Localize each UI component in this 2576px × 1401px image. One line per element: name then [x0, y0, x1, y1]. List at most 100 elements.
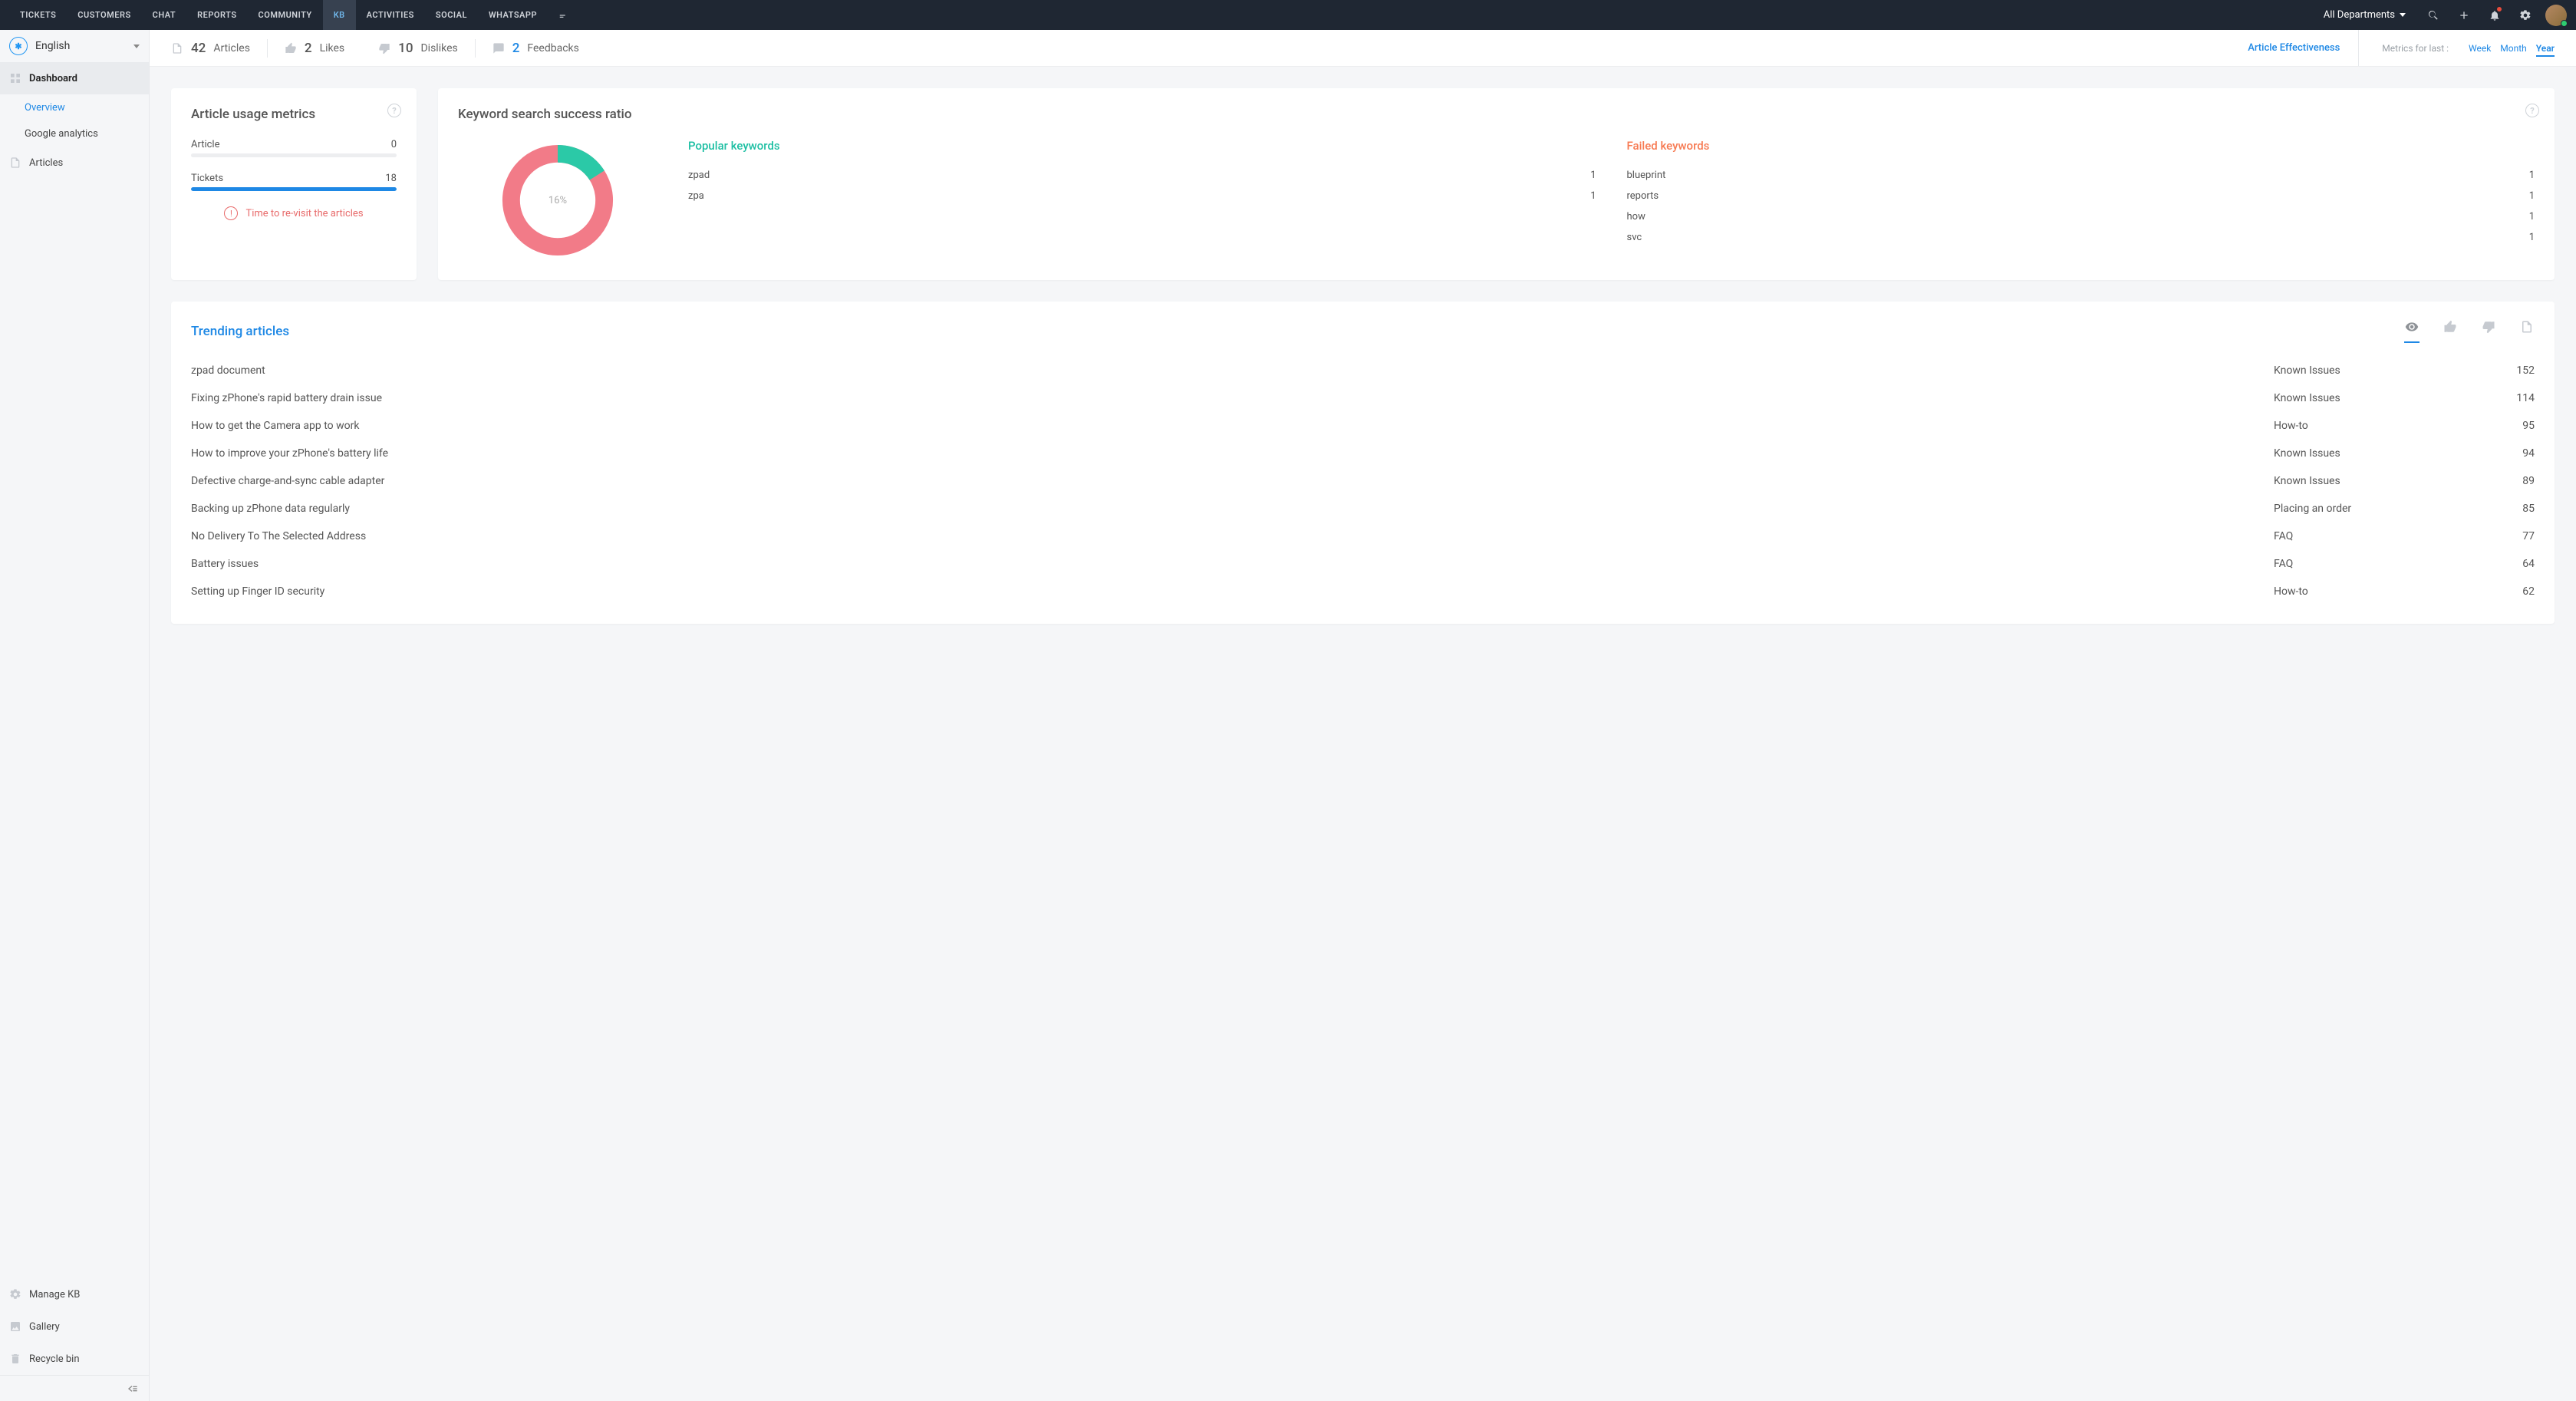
article-title: Backing up zPhone data regularly — [191, 503, 2274, 515]
sidebar: ✱ English Dashboard OverviewGoogle analy… — [0, 30, 150, 1401]
search-button[interactable] — [2418, 0, 2449, 30]
metrics-bar: 42 Articles 2 Likes 10 Dislikes 2 Feedba… — [150, 30, 2576, 67]
language-icon: ✱ — [9, 37, 28, 55]
metric-feedbacks-label: Feedbacks — [527, 42, 578, 54]
topnav-tab-community[interactable]: COMMUNITY — [248, 0, 323, 30]
topnav: TICKETSCUSTOMERSCHATREPORTSCOMMUNITYKBAC… — [0, 0, 2576, 30]
language-selector[interactable]: ✱ English — [0, 30, 149, 62]
donut-label: 16% — [496, 139, 619, 262]
filter-dislikes[interactable] — [2481, 320, 2496, 343]
metric-dislikes-count: 10 — [398, 41, 413, 56]
topnav-tab-customers[interactable]: CUSTOMERS — [67, 0, 141, 30]
article-views: 77 — [2473, 530, 2535, 542]
trending-row[interactable]: zpad documentKnown Issues152 — [191, 357, 2535, 384]
card-keyword-ratio: ? Keyword search success ratio 16% — [438, 88, 2555, 280]
thumbs-down-icon — [378, 42, 390, 54]
article-effectiveness-link[interactable]: Article Effectiveness — [2248, 42, 2340, 54]
sidebar-item-gallery[interactable]: Gallery — [0, 1310, 149, 1343]
help-icon[interactable]: ? — [387, 104, 401, 117]
topnav-more-button[interactable] — [548, 10, 580, 21]
usage-bar — [191, 187, 397, 191]
notification-badge — [2496, 6, 2502, 12]
range-year[interactable]: Year — [2536, 43, 2555, 57]
usage-bar — [191, 153, 397, 157]
trending-row[interactable]: How to get the Camera app to workHow-to9… — [191, 412, 2535, 440]
trending-row[interactable]: Battery issuesFAQ64 — [191, 550, 2535, 578]
range-month[interactable]: Month — [2500, 43, 2526, 54]
popular-title: Popular keywords — [688, 139, 1596, 153]
metric-likes-count: 2 — [305, 41, 312, 56]
department-dropdown[interactable]: All Departments — [2311, 9, 2418, 21]
topnav-tab-tickets[interactable]: TICKETS — [9, 0, 67, 30]
card-trending-articles: Trending articles — [171, 302, 2555, 624]
article-title: No Delivery To The Selected Address — [191, 530, 2274, 542]
trending-row[interactable]: Fixing zPhone's rapid battery drain issu… — [191, 384, 2535, 412]
settings-button[interactable] — [2510, 0, 2541, 30]
article-views: 114 — [2473, 392, 2535, 404]
article-views: 152 — [2473, 364, 2535, 377]
card-article-usage: ? Article usage metrics Article0Tickets1… — [171, 88, 417, 280]
topnav-tab-activities[interactable]: ACTIVITIES — [356, 0, 425, 30]
sidebar-collapse-button[interactable] — [0, 1375, 149, 1401]
article-title: Setting up Finger ID security — [191, 585, 2274, 598]
help-icon[interactable]: ? — [2525, 104, 2539, 117]
article-category: Known Issues — [2274, 447, 2473, 460]
article-title: Defective charge-and-sync cable adapter — [191, 475, 2274, 487]
gear-icon — [9, 1288, 21, 1300]
topnav-right: All Departments — [2311, 0, 2576, 30]
user-avatar[interactable] — [2545, 5, 2567, 26]
document-icon — [9, 157, 21, 169]
keyword-row: svc1 — [1627, 227, 2535, 248]
usage-row: Tickets18 — [191, 173, 397, 184]
sidebar-item-articles[interactable]: Articles — [0, 147, 149, 179]
trending-row[interactable]: No Delivery To The Selected AddressFAQ77 — [191, 522, 2535, 550]
article-title: How to get the Camera app to work — [191, 420, 2274, 432]
keyword-row: blueprint1 — [1627, 165, 2535, 186]
notifications-button[interactable] — [2479, 0, 2510, 30]
feedback-icon — [492, 42, 505, 54]
article-category: Known Issues — [2274, 475, 2473, 487]
article-category: Placing an order — [2274, 503, 2473, 515]
presence-indicator — [2561, 20, 2568, 27]
sidebar-item-recycle-bin[interactable]: Recycle bin — [0, 1343, 149, 1375]
filter-likes[interactable] — [2443, 320, 2458, 343]
keyword-row: zpa1 — [688, 186, 1596, 206]
metric-feedbacks: 2 Feedbacks — [476, 30, 596, 66]
sidebar-sub-overview[interactable]: Overview — [0, 94, 149, 120]
sidebar-sub-google-analytics[interactable]: Google analytics — [0, 120, 149, 147]
trending-row[interactable]: Defective charge-and-sync cable adapterK… — [191, 467, 2535, 495]
language-label: English — [35, 40, 70, 52]
article-title: zpad document — [191, 364, 2274, 377]
topnav-tab-kb[interactable]: KB — [323, 0, 356, 30]
add-button[interactable] — [2449, 0, 2479, 30]
sidebar-item-dashboard[interactable]: Dashboard — [0, 62, 149, 94]
trending-row[interactable]: Setting up Finger ID securityHow-to62 — [191, 578, 2535, 605]
topnav-tab-whatsapp[interactable]: WHATSAPP — [478, 0, 548, 30]
metric-likes-label: Likes — [320, 42, 345, 54]
filter-views[interactable] — [2404, 320, 2420, 343]
trending-row[interactable]: How to improve your zPhone's battery lif… — [191, 440, 2535, 467]
range-week[interactable]: Week — [2469, 43, 2491, 54]
revisit-notice: ! Time to re-visit the articles — [191, 206, 397, 220]
usage-row: Article0 — [191, 139, 397, 150]
metric-dislikes: 10 Dislikes — [361, 30, 475, 66]
topnav-tab-reports[interactable]: REPORTS — [186, 0, 247, 30]
sidebar-item-manage-kb[interactable]: Manage KB — [0, 1278, 149, 1310]
failed-title: Failed keywords — [1627, 139, 2535, 153]
trending-row[interactable]: Backing up zPhone data regularlyPlacing … — [191, 495, 2535, 522]
filter-feedback[interactable] — [2519, 320, 2535, 343]
topnav-tab-chat[interactable]: CHAT — [142, 0, 187, 30]
document-icon — [2519, 320, 2535, 334]
article-category: How-to — [2274, 420, 2473, 432]
revisit-label: Time to re-visit the articles — [245, 208, 363, 219]
dashboard-icon — [9, 72, 21, 84]
popular-keywords: Popular keywords zpad1zpa1 — [688, 139, 1596, 262]
metric-articles: 42 Articles — [171, 30, 267, 66]
topnav-tab-social[interactable]: SOCIAL — [425, 0, 478, 30]
article-title: Battery issues — [191, 558, 2274, 570]
article-category: FAQ — [2274, 558, 2473, 570]
search-icon — [2427, 9, 2439, 21]
metric-dislikes-label: Dislikes — [420, 42, 457, 54]
keyword-row: how1 — [1627, 206, 2535, 227]
thumbs-down-icon — [2481, 320, 2496, 334]
